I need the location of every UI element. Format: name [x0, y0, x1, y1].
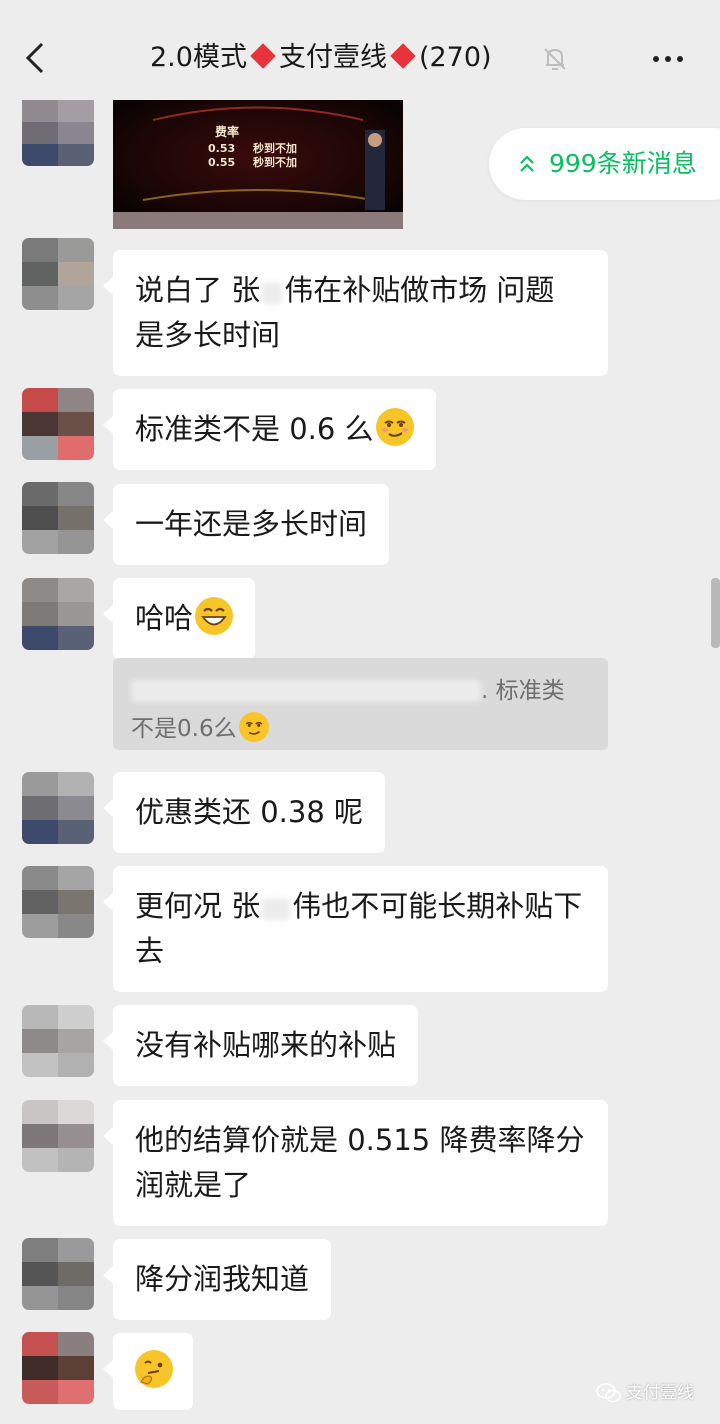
- avatar[interactable]: [22, 1332, 94, 1404]
- watermark-text: 支付壹线: [626, 1383, 694, 1403]
- image-row1-text: 秒到不加: [253, 141, 297, 155]
- member-count: (270): [418, 42, 492, 73]
- smirk-emoji-icon: [238, 712, 269, 742]
- diamond-icon: [390, 43, 416, 69]
- message-bubble[interactable]: 标准类不是 0.6 么: [103, 389, 436, 470]
- message-bubble[interactable]: [103, 1333, 193, 1410]
- message-bubble[interactable]: 一年还是多长时间: [102, 484, 390, 565]
- mute-bell-icon: [544, 48, 566, 70]
- message-line: 是多长时间: [135, 318, 281, 352]
- wechat-logo-icon: [596, 1383, 621, 1403]
- diamond-icon: [250, 43, 276, 69]
- scrollbar-thumb[interactable]: [711, 578, 720, 648]
- message-bubble[interactable]: 说白了 张伟在补贴做市场 问题 是多长时间: [103, 250, 608, 376]
- message-bubble[interactable]: 更何况 张伟也不可能长期补贴下 去: [103, 866, 608, 992]
- message-text: 优惠类还 0.38 呢: [135, 795, 364, 829]
- grin-emoji-icon: [195, 597, 234, 635]
- redacted-text: [262, 898, 291, 920]
- avatar[interactable]: [22, 1100, 94, 1172]
- image-message[interactable]: 费率 0.53 秒到不加 0.55 秒到不加: [113, 100, 403, 229]
- quote-line: . 标准类: [131, 672, 590, 710]
- message-line: 他的结算价就是 0.515 降费率降分: [135, 1123, 585, 1157]
- image-row2-text: 秒到不加: [253, 155, 297, 169]
- more-options-icon[interactable]: [648, 42, 688, 76]
- thinking-emoji-icon: [135, 1350, 173, 1388]
- watermark: 支付壹线: [596, 1378, 694, 1408]
- avatar[interactable]: [22, 388, 94, 460]
- redacted-text: [131, 680, 481, 702]
- event-photo: 费率 0.53 秒到不加 0.55 秒到不加: [113, 100, 403, 229]
- message-line: 说白了 张伟在补贴做市场 问题: [135, 273, 555, 307]
- message-bubble[interactable]: 优惠类还 0.38 呢: [102, 772, 386, 853]
- avatar[interactable]: [22, 238, 94, 310]
- double-chevron-up-icon: [520, 155, 534, 172]
- message-bubble[interactable]: 降分润我知道: [102, 1239, 332, 1320]
- avatar[interactable]: [22, 1238, 94, 1310]
- back-arrow-icon[interactable]: [22, 38, 52, 78]
- message-line: 更何况 张伟也不可能长期补贴下: [135, 889, 583, 923]
- avatar[interactable]: [22, 772, 94, 844]
- smirk-emoji-icon: [375, 408, 414, 446]
- chat-title-name: 支付壹线: [278, 42, 387, 73]
- avatar[interactable]: [22, 1005, 94, 1077]
- chat-header: 2.0模式 支付壹线 (270): [0, 0, 720, 100]
- chat-title: 2.0模式 支付壹线 (270): [150, 36, 492, 80]
- avatar[interactable]: [22, 578, 94, 650]
- message-text: 降分润我知道: [135, 1262, 310, 1296]
- image-row1-rate: 0.53: [208, 142, 235, 155]
- message-text: 哈哈: [135, 601, 194, 635]
- message-bubble[interactable]: 他的结算价就是 0.515 降费率降分 润就是了: [103, 1100, 608, 1226]
- message-bubble[interactable]: 没有补贴哪来的补贴: [102, 1005, 419, 1086]
- redacted-text: [262, 282, 283, 304]
- image-heading: 费率: [215, 124, 239, 139]
- quoted-message[interactable]: . 标准类 不是0.6么: [113, 658, 608, 750]
- chat-title-prefix: 2.0模式: [150, 42, 247, 73]
- quote-line: 不是0.6么: [131, 710, 590, 748]
- new-messages-label: 999条新消息: [549, 149, 697, 178]
- message-bubble[interactable]: 哈哈: [102, 578, 256, 659]
- message-text: 一年还是多长时间: [135, 507, 368, 541]
- image-row2-rate: 0.55: [208, 156, 235, 169]
- message-line: 润就是了: [135, 1168, 252, 1202]
- avatar[interactable]: [22, 482, 94, 554]
- avatar[interactable]: [22, 100, 94, 166]
- message-line: 去: [135, 934, 165, 968]
- avatar[interactable]: [22, 866, 94, 938]
- message-text: 没有补贴哪来的补贴: [135, 1028, 397, 1062]
- message-text: 标准类不是 0.6 么: [135, 412, 374, 446]
- new-messages-button[interactable]: 999条新消息: [489, 128, 720, 200]
